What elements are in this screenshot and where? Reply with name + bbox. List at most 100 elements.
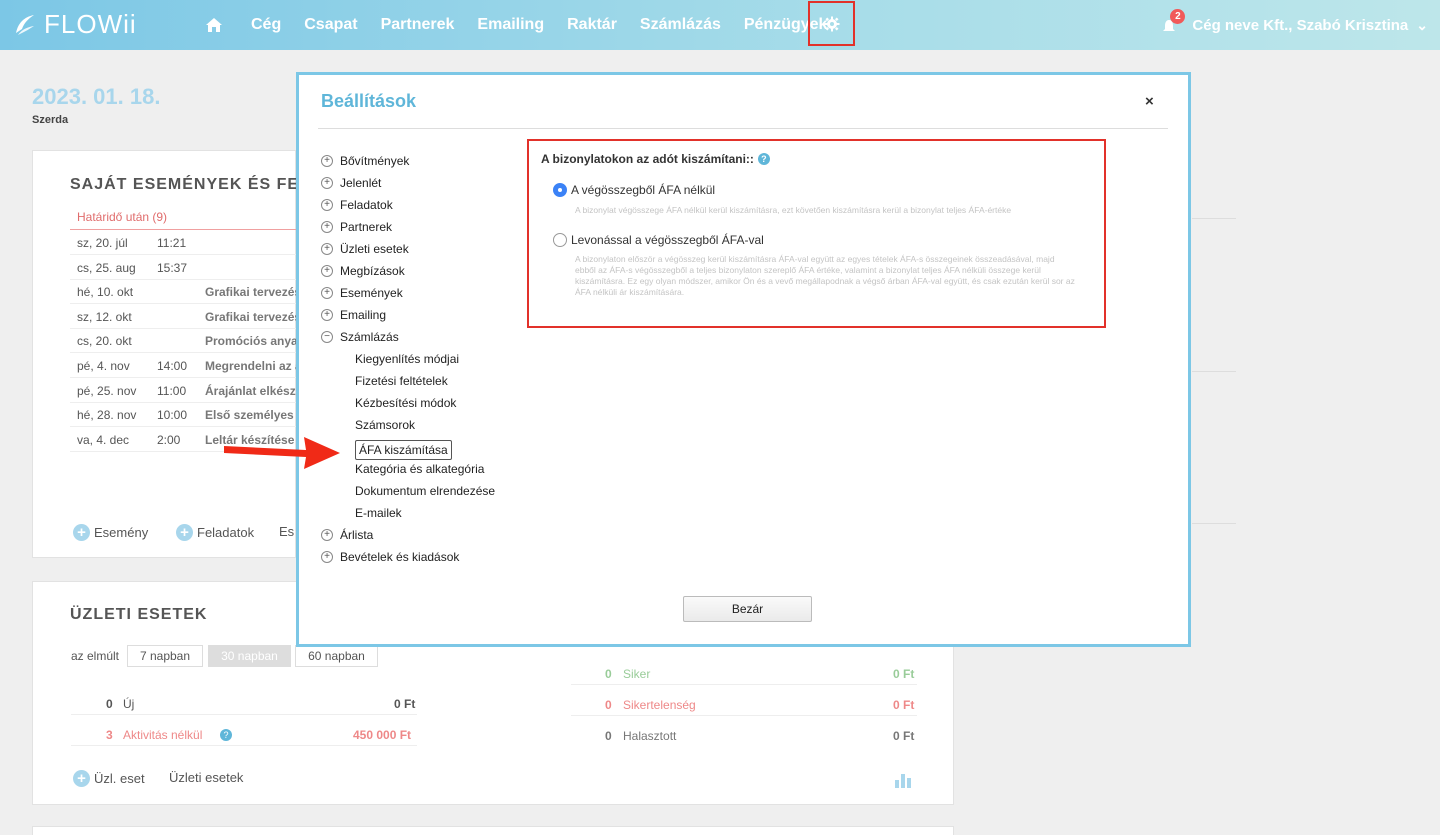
- next-card: [32, 826, 954, 835]
- vat-option-net[interactable]: A végösszegből ÁFA nélkül: [553, 183, 715, 197]
- tree-item[interactable]: + Emailing: [321, 308, 386, 322]
- expand-icon[interactable]: +: [321, 529, 333, 541]
- tree-item[interactable]: + Partnerek: [321, 220, 392, 234]
- radio-selected[interactable]: [553, 183, 567, 197]
- tree-item-label: Partnerek: [340, 220, 393, 234]
- add-event-button[interactable]: + Esemény: [73, 524, 148, 541]
- event-date: cs, 20. okt: [77, 334, 132, 349]
- modal-divider: [318, 128, 1168, 129]
- stat-postponed-label[interactable]: Halasztott: [623, 729, 676, 743]
- event-row[interactable]: pé, 4. nov 14:00 Megrendelni az a: [70, 353, 302, 378]
- divider: [571, 715, 917, 716]
- add-deal-button[interactable]: + Üzl. eset: [73, 770, 145, 787]
- event-row[interactable]: hé, 10. okt Grafikai tervezés: [70, 279, 301, 305]
- event-time: 11:21: [157, 236, 187, 250]
- nav-item-raktar[interactable]: Raktár: [567, 16, 617, 34]
- tree-item-label: Dokumentum elrendezése: [355, 484, 496, 498]
- bar-chart-icon[interactable]: [894, 772, 912, 788]
- tree-item[interactable]: − Számlázás: [321, 330, 399, 344]
- radio-unselected[interactable]: [553, 233, 567, 247]
- tree-item-label: Bővítmények: [340, 154, 410, 168]
- event-row[interactable]: sz, 20. júl 11:21: [70, 230, 297, 255]
- settings-gear-button[interactable]: [808, 1, 855, 46]
- tree-item[interactable]: ÁFA kiszámítása: [355, 440, 452, 460]
- period-30-button[interactable]: 30 napban: [208, 645, 291, 667]
- nav-item-ceg[interactable]: Cég: [251, 16, 281, 34]
- plus-icon: +: [73, 524, 90, 541]
- event-row[interactable]: cs, 25. aug 15:37: [70, 255, 297, 280]
- tree-item[interactable]: Dokumentum elrendezése: [355, 484, 495, 498]
- vat-option-net-label: A végösszegből ÁFA nélkül: [571, 183, 716, 197]
- event-name: Grafikai tervezés: [205, 285, 302, 300]
- tree-item[interactable]: Kiegyenlítés módjai: [355, 352, 459, 366]
- user-menu[interactable]: 2 Cég neve Kft., Szabó Krisztina ⌄: [1162, 0, 1428, 50]
- tree-item[interactable]: Kézbesítési módok: [355, 396, 456, 410]
- flowii-logo[interactable]: FLOWii: [12, 7, 137, 41]
- deals-link[interactable]: Üzleti esetek: [169, 770, 243, 785]
- event-time: 15:37: [157, 260, 188, 275]
- help-icon[interactable]: ?: [220, 729, 232, 741]
- tree-item[interactable]: Fizetési feltételek: [355, 374, 448, 388]
- expand-icon[interactable]: +: [321, 243, 333, 255]
- event-row[interactable]: cs, 20. okt Promóciós anyag: [70, 328, 305, 354]
- tree-item[interactable]: + Események: [321, 286, 403, 300]
- period-60-button[interactable]: 60 napban: [295, 645, 378, 667]
- vat-option-gross[interactable]: Levonással a végösszegből ÁFA-val: [553, 233, 764, 247]
- event-row[interactable]: pé, 25. nov 11:00 Árajánlat elkészí: [70, 378, 299, 403]
- event-name: Első személyes t: [205, 408, 302, 423]
- divider: [1192, 523, 1236, 524]
- close-button[interactable]: Bezár: [683, 596, 812, 622]
- expand-icon[interactable]: +: [321, 199, 333, 211]
- overdue-label[interactable]: Határidő után (9): [77, 210, 167, 224]
- stat-fail-label[interactable]: Sikertelenség: [623, 698, 696, 712]
- tree-item-label: Számlázás: [340, 330, 399, 344]
- tree-item[interactable]: E-mailek: [355, 506, 402, 520]
- tree-item[interactable]: + Jelenlét: [321, 176, 381, 190]
- vat-settings-panel: A bizonylatokon az adót kiszámítani::? A…: [527, 139, 1106, 328]
- bell-icon[interactable]: 2: [1162, 9, 1186, 35]
- collapse-icon[interactable]: −: [321, 331, 333, 343]
- stat-success-label[interactable]: Siker: [623, 667, 650, 681]
- tree-item[interactable]: + Bevételek és kiadások: [321, 550, 459, 564]
- tree-item[interactable]: + Bővítmények: [321, 154, 409, 168]
- expand-icon[interactable]: +: [321, 221, 333, 233]
- tree-item-label: Üzleti esetek: [340, 242, 409, 256]
- expand-icon[interactable]: +: [321, 265, 333, 277]
- expand-icon[interactable]: +: [321, 287, 333, 299]
- period-7-button[interactable]: 7 napban: [127, 645, 203, 667]
- tree-item-label: Események: [340, 286, 403, 300]
- close-icon[interactable]: ×: [1145, 93, 1154, 110]
- home-icon[interactable]: [205, 15, 225, 35]
- event-date: sz, 20. júl: [77, 236, 128, 250]
- plus-icon: +: [73, 770, 90, 787]
- add-more-button[interactable]: Es: [279, 524, 294, 539]
- stat-inactive-count: 3: [106, 728, 113, 742]
- vat-option-gross-label: Levonással a végösszegből ÁFA-val: [571, 233, 764, 247]
- stat-new-label[interactable]: Új: [123, 697, 134, 711]
- nav-item-emailing[interactable]: Emailing: [477, 16, 544, 34]
- nav-item-csapat[interactable]: Csapat: [304, 16, 357, 34]
- help-icon[interactable]: ?: [757, 153, 770, 165]
- tree-item[interactable]: + Üzleti esetek: [321, 242, 409, 256]
- tree-item[interactable]: + Megbízások: [321, 264, 405, 278]
- expand-icon[interactable]: +: [321, 155, 333, 167]
- tree-item-label: Jelenlét: [340, 176, 382, 190]
- event-row[interactable]: hé, 28. nov 10:00 Első személyes t: [70, 402, 301, 428]
- event-row[interactable]: sz, 12. okt Grafikai tervezés: [70, 304, 301, 329]
- modal-title: Beállítások: [321, 91, 417, 111]
- expand-icon[interactable]: +: [321, 309, 333, 321]
- tree-item[interactable]: Kategória és alkategória: [355, 462, 484, 476]
- events-card: SAJÁT ESEMÉNYEK ÉS FELA Határidő után (9…: [32, 150, 321, 558]
- event-date: hé, 10. okt: [77, 285, 134, 300]
- nav-item-partnerek[interactable]: Partnerek: [381, 16, 455, 34]
- expand-icon[interactable]: +: [321, 551, 333, 563]
- tree-item[interactable]: + Árlista: [321, 528, 373, 542]
- tree-item[interactable]: + Feladatok: [321, 198, 393, 212]
- tree-item-label: ÁFA kiszámítása: [355, 440, 452, 460]
- nav-item-szamlazas[interactable]: Számlázás: [640, 16, 721, 34]
- add-task-button[interactable]: + Feladatok: [176, 524, 254, 541]
- expand-icon[interactable]: +: [321, 177, 333, 189]
- vat-question: A bizonylatokon az adót kiszámítani::?: [541, 152, 770, 166]
- stat-inactive-label[interactable]: Aktivitás nélkül: [123, 728, 202, 742]
- tree-item[interactable]: Számsorok: [355, 418, 415, 432]
